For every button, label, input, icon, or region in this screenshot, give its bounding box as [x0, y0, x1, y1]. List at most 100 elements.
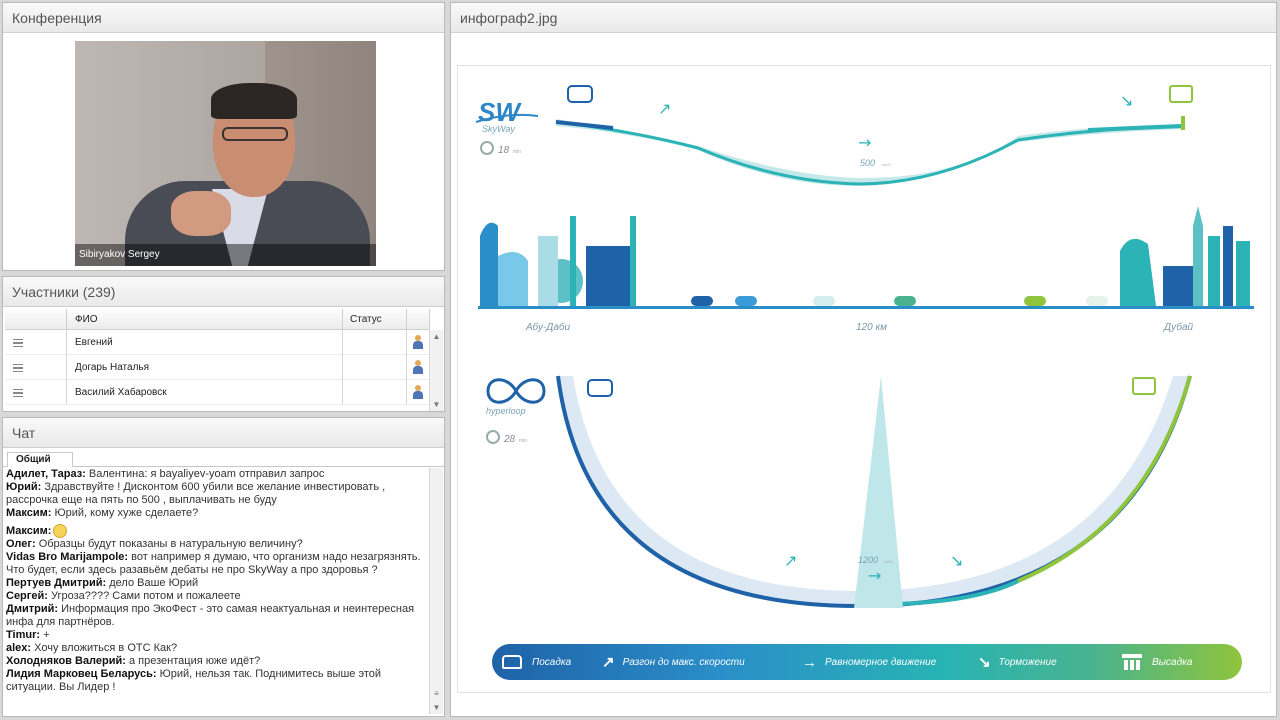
chat-message: Максим:: [6, 524, 428, 538]
scroll-up-icon[interactable]: ▲: [430, 330, 443, 343]
user-icon: [413, 385, 423, 399]
chat-text: а презентация юже идёт?: [129, 655, 261, 667]
skyway-time: 18: [498, 145, 510, 156]
hyperloop-speed-unit: km/h: [884, 559, 893, 564]
hyperloop-people-icon: [1132, 377, 1156, 395]
chat-text: Здравствуйте ! Дисконтом 600 убили все ж…: [6, 481, 386, 506]
car-icon: [691, 296, 713, 306]
chat-message: Timur: +: [6, 629, 428, 642]
chat-message: Сергей: Угроза???? Сами потом и пожалеет…: [6, 590, 428, 603]
video-feed[interactable]: Sibiryakov Sergey: [75, 41, 376, 266]
participants-pod: Участники (239) ФИО Статус Евгений Догар…: [2, 276, 445, 412]
chat-author: Дмитрий:: [6, 603, 59, 615]
chat-author: Сергей:: [6, 590, 48, 602]
legend-item-acceleration: ↗ Разгон до макс. скорости: [602, 653, 802, 671]
scroll-menu-icon[interactable]: ≡: [430, 687, 443, 700]
clock-icon: [480, 141, 494, 155]
legend-label: Посадка: [532, 656, 572, 668]
chat-text: Информация про ЭкоФест - это самая неакт…: [6, 603, 415, 628]
chat-author: Максим:: [6, 524, 52, 537]
abu-dhabi-building: [586, 246, 631, 306]
hyperloop-logo-icon: [486, 378, 546, 404]
image-pod: инфограф2.jpg SW SkyWay 18 min ↗ → 500 k…: [450, 2, 1277, 717]
road-line: [478, 306, 1254, 309]
participant-name: Евгений: [67, 330, 343, 354]
brake-arrow-icon: ↘: [1120, 91, 1133, 110]
chat-message: Юрий: Здравствуйте ! Дисконтом 600 убили…: [6, 481, 428, 507]
chat-message: alex: Хочу вложиться в ОТС Как?: [6, 642, 428, 655]
table-row[interactable]: Евгений: [5, 330, 430, 355]
dubai-burj-khalifa: [1193, 206, 1203, 306]
abu-dhabi-tower-2: [498, 252, 528, 306]
scroll-down-icon[interactable]: ▼: [430, 398, 443, 411]
scroll-down-icon[interactable]: ▼: [430, 701, 443, 714]
smile-emoji-icon: [53, 524, 68, 538]
participants-table: ФИО Статус Евгений Догарь Наталья Васили…: [5, 309, 430, 411]
legend-label: Высадка: [1152, 656, 1193, 668]
legend-item-exit: Высадка: [1112, 654, 1232, 670]
user-icon: [413, 360, 423, 374]
speaker-hand: [171, 191, 231, 236]
hyperloop-time: 28: [503, 434, 516, 445]
people-icon: [1122, 654, 1142, 670]
dubai-building: [1163, 266, 1193, 306]
dubai-tower-2: [1223, 226, 1233, 306]
chat-message: Максим: Юрий, кому хуже сделаете?: [6, 507, 428, 520]
chat-scrollbar[interactable]: ≡ ▼: [429, 468, 443, 714]
car-icon: [1024, 296, 1046, 306]
column-role-header: [407, 309, 430, 329]
chat-message: Vidas Bro Marijampole: вот например я ду…: [6, 551, 428, 577]
table-row[interactable]: Догарь Наталья: [5, 355, 430, 380]
table-row[interactable]: Василий Хабаровск: [5, 380, 430, 405]
skyway-logo-sub: SkyWay: [482, 124, 515, 134]
chat-message: Олег: Образцы будут показаны в натуральн…: [6, 538, 428, 551]
participants-title: Участники (239): [3, 277, 444, 307]
column-status-header[interactable]: Статус: [343, 309, 407, 329]
accelerate-arrow-icon: ↗: [658, 99, 671, 118]
hyperloop-time-unit: min: [519, 438, 527, 444]
conference-pod: Конференция Sibiryakov Sergey: [2, 2, 445, 271]
chat-author: Холодняков Валерий:: [6, 655, 126, 667]
skyway-speed: 500: [860, 158, 875, 168]
arrow-down-right-icon: ↘: [978, 654, 991, 671]
chat-tab-general[interactable]: Общий: [7, 452, 73, 467]
row-menu-icon[interactable]: [13, 389, 23, 397]
chat-message: Адилет, Тараз: Валентина: я bayaliyev-yo…: [6, 468, 428, 481]
car-icon: [735, 296, 757, 306]
chat-title: Чат: [3, 418, 444, 448]
table-header: ФИО Статус: [5, 309, 430, 330]
tram-icon: [502, 655, 522, 669]
skyway-time-unit: min: [513, 149, 521, 155]
column-name-header[interactable]: ФИО: [67, 309, 343, 329]
conference-title: Конференция: [3, 3, 444, 33]
participants-scrollbar[interactable]: ▲ ▼: [429, 330, 443, 411]
city-label-abu-dhabi: Абу-Даби: [525, 321, 571, 333]
chat-text: Образцы будут показаны в натуральную вел…: [38, 538, 303, 550]
row-menu-icon[interactable]: [13, 339, 23, 347]
infographic: SW SkyWay 18 min ↗ → 500 km/h ↘ Абу-Даби…: [457, 65, 1271, 693]
row-menu-icon[interactable]: [13, 364, 23, 372]
chat-author: Олег:: [6, 538, 36, 550]
legend-item-braking: ↘ Торможение: [978, 653, 1112, 671]
chat-message: Холодняков Валерий: а презентация юже ид…: [6, 655, 428, 668]
chat-text: Валентина: я bayaliyev-yoam отправил зап…: [88, 468, 325, 480]
chat-text: Хочу вложиться в ОТС Как?: [34, 642, 178, 654]
skyway-speed-unit: km/h: [882, 162, 891, 167]
chat-author: Лидия Марковец Беларусь:: [6, 668, 157, 680]
speaker-glasses: [222, 127, 288, 141]
city-label-dubai: Дубай: [1163, 321, 1194, 333]
chat-text: дело Ваше Юрий: [109, 577, 199, 589]
participant-name: Догарь Наталья: [67, 355, 343, 379]
column-menu-header[interactable]: [5, 309, 67, 329]
legend-item-boarding: Посадка: [492, 655, 602, 669]
chat-message: Лидия Марковец Беларусь: Юрий, нельзя та…: [6, 668, 428, 694]
dubai-tower-3: [1236, 241, 1250, 306]
legend-label: Торможение: [998, 656, 1057, 668]
participant-status: [343, 330, 407, 354]
chat-log: Адилет, Тараз: Валентина: я bayaliyev-yo…: [6, 468, 428, 714]
chat-author: Vidas Bro Marijampole:: [6, 551, 129, 563]
chat-message: Дмитрий: Информация про ЭкоФест - это са…: [6, 603, 428, 629]
cruise-arrow-icon: →: [858, 133, 871, 152]
accelerate-arrow-icon: ↗: [784, 551, 797, 570]
chat-author: Максим:: [6, 507, 52, 519]
